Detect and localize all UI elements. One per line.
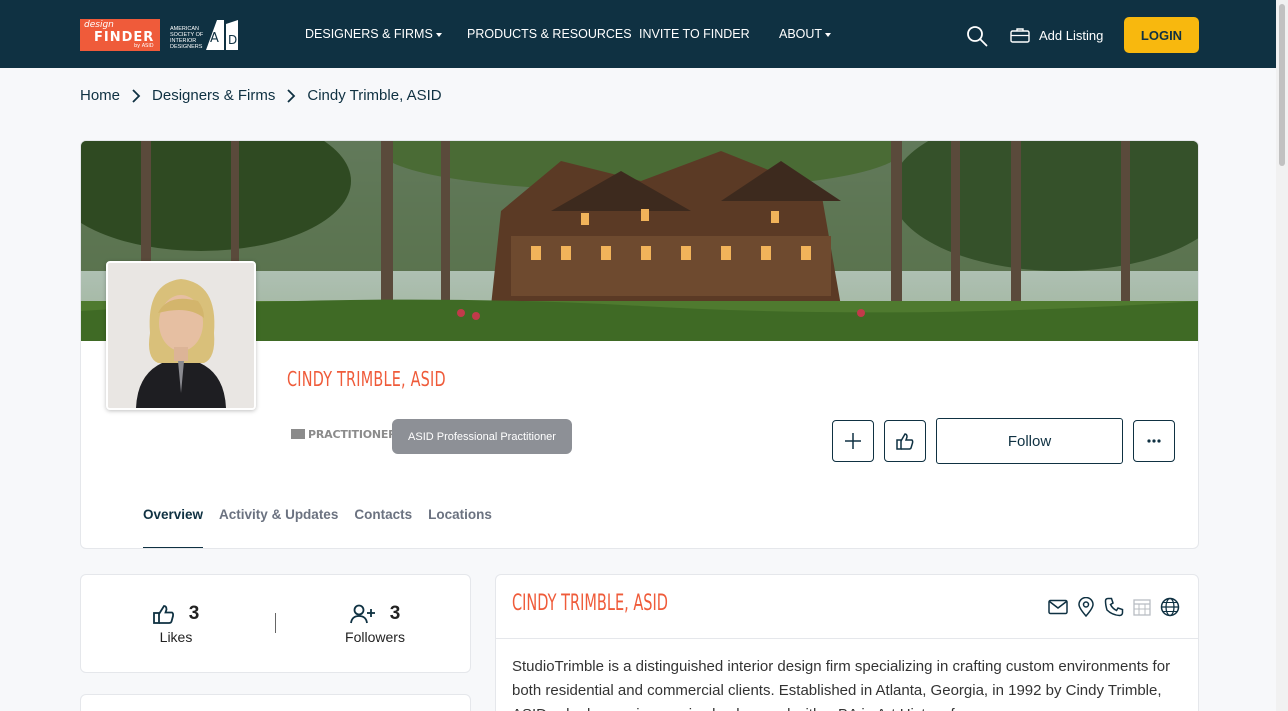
top-navbar: design FINDER by ASID AMERICAN SOCIETY O… [0,0,1276,68]
like-button[interactable] [884,420,926,462]
tab-contacts[interactable]: Contacts [354,507,412,548]
practitioner-badge: ASID Professional Practitioner [392,419,572,454]
asid-logo-text: AMERICAN SOCIETY OF INTERIOR DESIGNERS [170,26,204,50]
caret-down-icon [435,32,442,37]
nav-designers-firms[interactable]: DESIGNERS & FIRMS [305,27,442,41]
asid-mini-icon [291,429,305,439]
stats-card: 3 Likes 3 Followers [80,574,471,673]
more-options-button[interactable] [1133,420,1175,462]
about-divider [496,638,1198,639]
nav-designers-firms-label: DESIGNERS & FIRMS [305,27,433,41]
practitioner-logo: PRACTITIONER [291,428,397,441]
likes-stat[interactable]: 3 Likes [116,603,236,645]
about-description: StudioTrimble is a distinguished interio… [512,658,1171,711]
followers-label: Followers [345,629,405,645]
asid-mark-icon: A D [206,20,238,50]
more-icon [1147,439,1161,443]
about-title: CINDY TRIMBLE, ASID [512,591,668,616]
svg-text:A: A [210,31,219,46]
contact-icons [1048,596,1180,618]
map-pin-icon[interactable] [1076,596,1096,618]
tab-overview[interactable]: Overview [143,507,204,548]
add-listing-label: Add Listing [1039,27,1104,43]
nav-about[interactable]: ABOUT [779,27,832,41]
asid-logo[interactable]: AMERICAN SOCIETY OF INTERIOR DESIGNERS A… [168,18,240,52]
tab-locations[interactable]: Locations [428,507,492,548]
breadcrumb-home[interactable]: Home [80,87,120,104]
secondary-card [80,694,471,711]
practitioner-logo-text: PRACTITIONER [308,428,397,441]
search-icon[interactable] [966,25,988,47]
phone-icon[interactable] [1104,596,1124,618]
breadcrumb-current: Cindy Trimble, ASID [307,87,442,104]
login-button[interactable]: LOGIN [1124,17,1199,53]
add-listing-link[interactable]: Add Listing [1010,24,1103,46]
caret-down-icon [825,32,832,37]
nav-invite-to-finder[interactable]: INVITE TO FINDER [639,27,750,41]
profile-tabs: Overview Activity & Updates Contacts Loc… [143,507,508,548]
chevron-right-icon [120,88,152,104]
add-button[interactable] [832,420,874,462]
chevron-right-icon [275,88,307,104]
design-finder-logo[interactable]: design FINDER by ASID [80,19,160,51]
tab-activity-updates[interactable]: Activity & Updates [219,507,338,548]
followers-stat[interactable]: 3 Followers [315,603,435,645]
globe-icon[interactable] [1160,596,1180,618]
follow-button[interactable]: Follow [936,418,1123,464]
nav-products-resources[interactable]: PRODUCTS & RESOURCES [467,27,632,41]
stats-divider [275,613,276,633]
nav-products-resources-label: PRODUCTS & RESOURCES [467,27,632,41]
mail-icon[interactable] [1048,596,1068,618]
breadcrumb-designers-firms[interactable]: Designers & Firms [152,87,275,104]
scrollbar-thumb[interactable] [1279,4,1285,166]
about-card: CINDY TRIMBLE, ASID StudioTrimble is a d… [495,574,1199,711]
page-scrollbar[interactable] [1276,0,1288,711]
logo-design-text: design [84,20,114,30]
svg-text:D: D [228,33,237,47]
nav-about-label: ABOUT [779,27,823,41]
briefcase-icon [1010,28,1030,43]
plus-icon [845,433,861,449]
likes-count: 3 [188,603,200,624]
breadcrumb: Home Designers & Firms Cindy Trimble, AS… [80,87,442,104]
profile-name: CINDY TRIMBLE, ASID [287,367,446,391]
thumbs-up-icon [152,605,174,624]
nav-invite-label: INVITE TO FINDER [639,27,750,41]
thumbs-up-icon [896,433,914,450]
profile-avatar [106,261,256,410]
profile-card: CINDY TRIMBLE, ASID PRACTITIONER ASID Pr… [80,140,1199,549]
likes-label: Likes [159,629,193,645]
logo-by-text: by ASID [134,43,154,49]
user-plus-icon [349,604,375,624]
followers-count: 3 [389,603,401,624]
calendar-icon [1132,596,1152,618]
